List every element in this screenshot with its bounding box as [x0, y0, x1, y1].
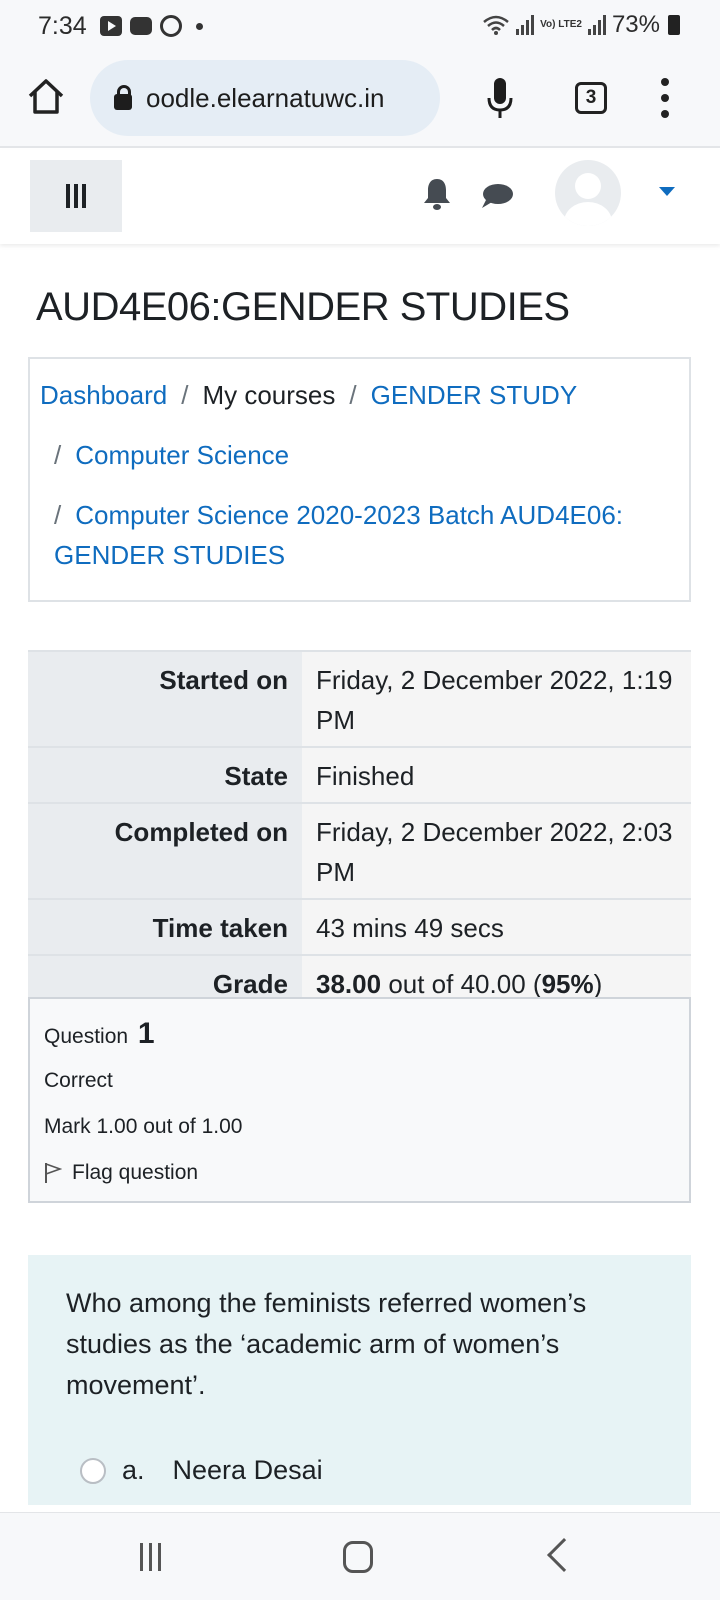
- nav-drawer-button[interactable]: [30, 160, 122, 232]
- summary-label: Started on: [28, 650, 302, 747]
- microphone-icon[interactable]: [485, 74, 515, 124]
- browser-toolbar: oodle.elearnatuwc.in 3: [0, 52, 720, 148]
- address-bar[interactable]: oodle.elearnatuwc.in: [90, 60, 440, 136]
- breadcrumb: Dashboard / My courses / GENDER STUDY / Compu…: [28, 357, 691, 602]
- system-nav-bar: [0, 1512, 720, 1600]
- status-time: 7:34: [38, 12, 87, 40]
- page-title: AUD4E06:GENDER STUDIES: [36, 285, 570, 329]
- answer-text: Neera Desai: [172, 1455, 323, 1485]
- summary-label: Time taken: [28, 898, 302, 955]
- flag-question-button[interactable]: Flag question: [44, 1161, 675, 1185]
- summary-row: Completed on Friday, 2 December 2022, 2:…: [28, 802, 691, 899]
- battery-percent: 73%: [611, 11, 660, 38]
- breadcrumb-separator: /: [349, 380, 357, 410]
- app-icon: [160, 15, 182, 37]
- grade-score: 38.00: [316, 969, 382, 999]
- status-right: Vo) LTE2 73%: [482, 11, 680, 39]
- breadcrumb-gender-study[interactable]: GENDER STUDY: [371, 380, 578, 410]
- site-navbar: [0, 150, 720, 244]
- grade-outof: out of 40.00: [388, 969, 526, 999]
- notification-icons: [100, 15, 203, 37]
- question-label: Question: [44, 1025, 129, 1048]
- summary-row: Started on Friday, 2 December 2022, 1:19…: [28, 650, 691, 747]
- summary-row: Time taken 43 mins 49 secs: [28, 898, 691, 955]
- network-label: Vo) LTE2: [540, 19, 582, 30]
- summary-value: Friday, 2 December 2022, 2:03 PM: [302, 802, 691, 899]
- home-icon[interactable]: [26, 76, 66, 116]
- lock-icon: [114, 85, 132, 110]
- user-icon: [564, 173, 612, 226]
- message-icon: [130, 17, 152, 35]
- signal-icon-2: [587, 15, 606, 35]
- breadcrumb-batch[interactable]: Computer Science 2020-2023 Batch AUD4E06…: [54, 500, 623, 570]
- back-icon[interactable]: [547, 1538, 581, 1572]
- question-mark: Mark 1.00 out of 1.00: [44, 1115, 243, 1138]
- summary-label: Completed on: [28, 802, 302, 899]
- youtube-icon: [100, 16, 122, 36]
- question-number: Question 1: [44, 1017, 675, 1051]
- summary-value: Friday, 2 December 2022, 1:19 PM: [302, 650, 691, 747]
- breadcrumb-separator: /: [181, 380, 189, 410]
- question-state: Correct: [44, 1069, 113, 1092]
- flag-icon: [45, 1163, 62, 1183]
- grade-paren-open: (: [532, 969, 542, 999]
- question-number-value: 1: [137, 1017, 155, 1050]
- answer-radio[interactable]: [80, 1457, 106, 1484]
- grade-percent: 95%: [541, 969, 594, 999]
- wifi-icon: [483, 15, 509, 35]
- tab-switcher-button[interactable]: 3: [575, 82, 607, 114]
- url-text: oodle.elearnatuwc.in: [146, 82, 385, 113]
- breadcrumb-dashboard[interactable]: Dashboard: [40, 380, 167, 410]
- messages-icon[interactable]: [480, 182, 514, 210]
- answer-letter: a.: [122, 1455, 145, 1485]
- status-bar: 7:34 Vo) LTE2 73%: [0, 0, 720, 52]
- user-avatar[interactable]: [555, 160, 621, 226]
- battery-icon: [668, 15, 680, 35]
- user-menu-chevron-icon[interactable]: [659, 187, 675, 196]
- answer-option[interactable]: a. Neera Desai: [80, 1455, 323, 1486]
- question-info: Question 1 Correct Mark 1.00 out of 1.00…: [28, 997, 691, 1203]
- notification-bell-icon[interactable]: [422, 176, 452, 212]
- breadcrumb-my-courses: My courses: [202, 380, 336, 410]
- summary-row: State Finished: [28, 746, 691, 803]
- breadcrumb-separator: /: [54, 500, 62, 530]
- breadcrumb-separator: /: [54, 440, 62, 470]
- more-notifications-icon: [196, 22, 203, 30]
- question-text: Who among the feminists referred women’s…: [66, 1288, 587, 1400]
- summary-value: 43 mins 49 secs: [302, 898, 691, 955]
- attempt-summary-table: Started on Friday, 2 December 2022, 1:19…: [28, 650, 691, 1010]
- hamburger-icon: [66, 184, 86, 208]
- browser-menu-icon[interactable]: [660, 78, 670, 118]
- breadcrumb-computer-science[interactable]: Computer Science: [75, 440, 289, 470]
- summary-label: State: [28, 746, 302, 803]
- summary-value: Finished: [302, 746, 691, 803]
- grade-paren-close: ): [593, 969, 603, 999]
- recent-apps-icon[interactable]: [140, 1543, 161, 1571]
- signal-icon: [516, 15, 535, 35]
- home-button-icon[interactable]: [343, 1541, 373, 1573]
- flag-question-label: Flag question: [72, 1161, 199, 1184]
